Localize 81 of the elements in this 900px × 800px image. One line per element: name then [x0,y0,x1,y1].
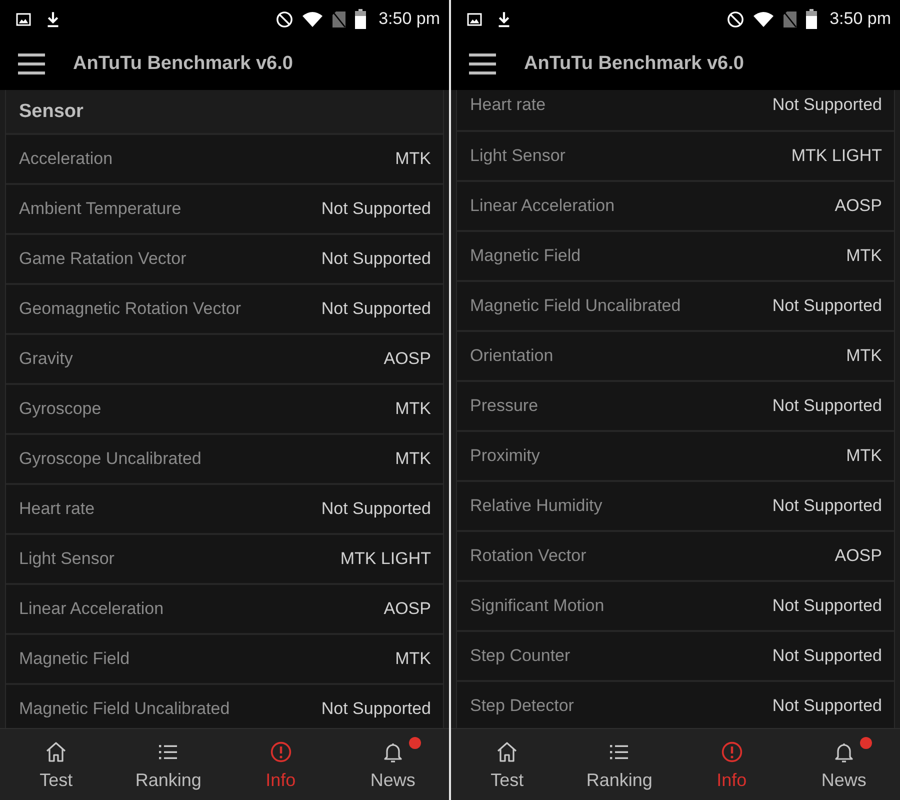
sensor-value: AOSP [834,546,882,566]
sensor-name: Acceleration [19,149,113,169]
sensor-name: Magnetic Field Uncalibrated [19,699,230,719]
sensor-value: Not Supported [772,396,882,416]
sensor-name: Gravity [19,349,73,369]
sensor-name: Magnetic Field Uncalibrated [470,296,681,316]
sensor-name: Linear Acceleration [470,196,615,216]
sensor-value: Not Supported [321,199,431,219]
sensor-value: MTK LIGHT [791,146,882,166]
bell-icon [382,741,404,763]
battery-icon [354,9,366,29]
sensor-value: Not Supported [772,496,882,516]
nav-tab[interactable]: Test [0,729,112,800]
sensor-value: AOSP [384,349,431,369]
sensor-name: Rotation Vector [470,546,586,566]
sensor-name: Pressure [470,396,538,416]
sensor-value: Not Supported [772,296,882,316]
section-title: Sensor [6,90,443,133]
sensor-name: Heart rate [470,95,546,115]
sensor-value: MTK [395,449,431,469]
sensor-name: Step Detector [470,696,574,716]
sensor-name: Heart rate [19,499,95,519]
sensor-name: Linear Acceleration [19,599,164,619]
nav-tab[interactable]: News [788,729,900,800]
sensor-name: Relative Humidity [470,496,602,516]
sensor-value: Not Supported [321,249,431,269]
sensor-value: Not Supported [772,696,882,716]
nav-tab[interactable]: Ranking [563,729,676,800]
sensor-value: Not Supported [321,699,431,719]
home-icon [496,741,518,763]
sensor-value: Not Supported [772,596,882,616]
sensor-value: MTK [395,149,431,169]
sensor-value: MTK [395,399,431,419]
sensor-value: AOSP [384,599,431,619]
sensor-value: MTK [395,649,431,669]
sensor-name: Gyroscope Uncalibrated [19,449,202,469]
do-not-disturb-icon [726,10,744,28]
menu-icon[interactable] [469,53,496,75]
wifi-icon [752,11,774,27]
sensor-name: Step Counter [470,646,570,666]
sensor-name: Proximity [470,446,540,466]
sensor-value: MTK [846,246,882,266]
exclamation-circle-icon [720,741,743,763]
nav-tab[interactable]: Ranking [112,729,224,800]
status-time: 3:50 pm [378,9,440,29]
no-sim-icon [782,10,797,28]
sensor-value: Not Supported [321,499,431,519]
no-sim-icon [332,10,346,28]
sensor-value: AOSP [834,196,882,216]
sensor-name: Magnetic Field [470,246,581,266]
sensor-name: Light Sensor [19,549,114,569]
nav-tab[interactable]: Test [451,729,564,800]
sensor-name: Game Ratation Vector [19,249,186,269]
sensor-value: Not Supported [321,299,431,319]
image-icon [467,12,482,26]
sensor-name: Gyroscope [19,399,102,419]
menu-icon[interactable] [18,53,45,75]
sensor-name: Significant Motion [470,596,604,616]
sensor-name: Orientation [470,346,554,366]
status-time: 3:50 pm [830,9,891,29]
sensor-name: Geomagnetic Rotation Vector [19,299,242,319]
download-icon [497,10,511,28]
wifi-icon [302,11,323,27]
image-icon [16,12,31,26]
sensor-name: Ambient Temperature [19,199,182,219]
app-title: AnTuTu Benchmark v6.0 [73,53,293,75]
bell-icon [832,741,855,763]
do-not-disturb-icon [276,10,293,28]
exclamation-circle-icon [270,741,292,763]
sensor-value: Not Supported [772,95,882,115]
battery-icon [806,9,817,29]
sensor-value: Not Supported [772,646,882,666]
sensor-name: Magnetic Field [19,649,130,669]
sensor-value: MTK [846,346,882,366]
app-title: AnTuTu Benchmark v6.0 [524,53,744,75]
sensor-name: Light Sensor [470,146,566,166]
download-icon [46,10,60,28]
sensor-value: MTK [846,446,882,466]
home-icon [45,741,68,763]
sensor-value: MTK LIGHT [340,549,431,569]
nav-tab[interactable]: News [336,729,449,800]
